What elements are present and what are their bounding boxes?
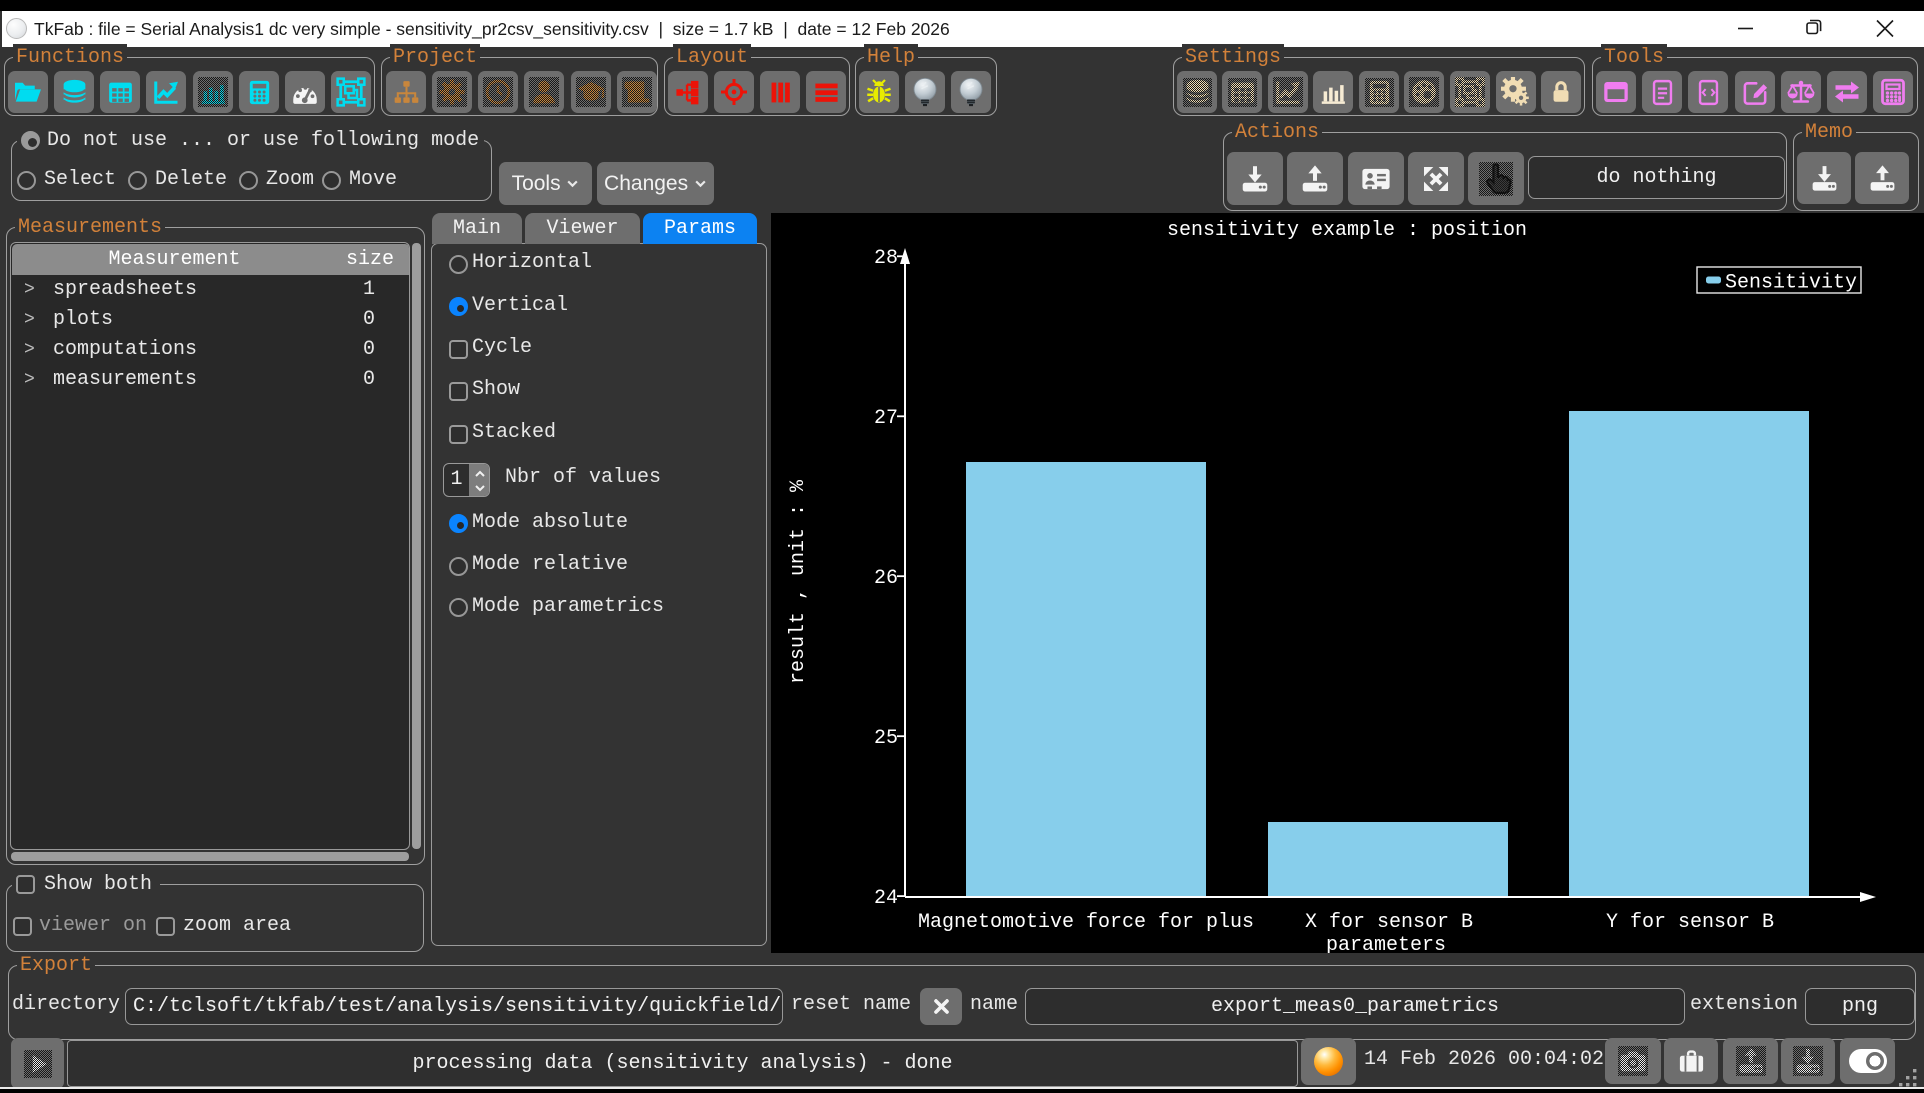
svg-text:Sensitivity: Sensitivity	[1725, 272, 1857, 295]
svg-text:25: 25	[874, 727, 898, 750]
svg-text:Magnetomotive force for plus: Magnetomotive force for plus	[918, 911, 1254, 934]
svg-text:26: 26	[874, 567, 898, 590]
svg-text:sensitivity example : position: sensitivity example : position	[1167, 219, 1527, 242]
svg-text:Y for sensor B: Y for sensor B	[1606, 911, 1774, 934]
svg-text:X for sensor B: X for sensor B	[1305, 911, 1473, 934]
svg-text:parameters: parameters	[1326, 934, 1446, 953]
svg-text:24: 24	[874, 887, 898, 910]
svg-text:27: 27	[874, 407, 898, 430]
svg-text:result , unit : %: result , unit : %	[787, 479, 810, 684]
svg-text:28: 28	[874, 247, 898, 270]
